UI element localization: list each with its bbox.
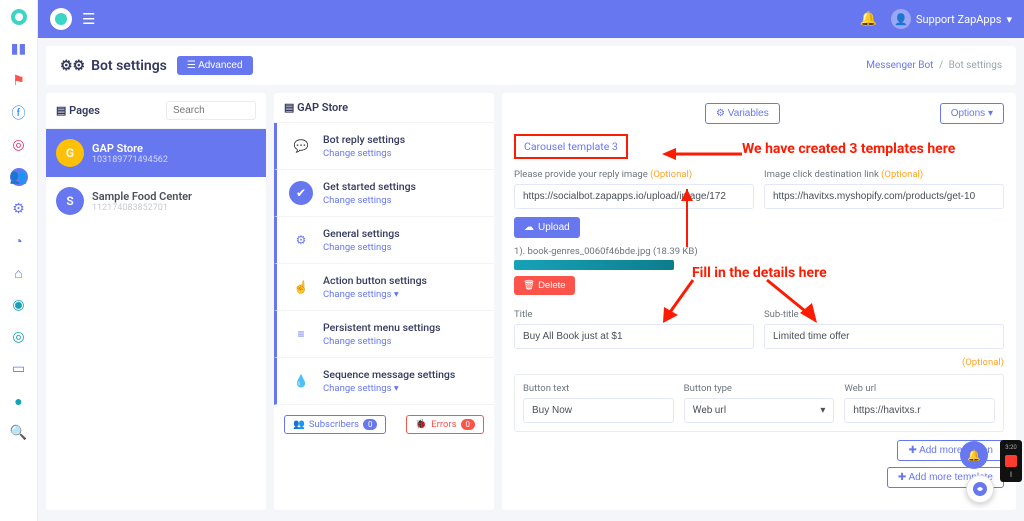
page-title: GAP Store xyxy=(92,142,168,155)
chat-bubble[interactable] xyxy=(966,475,994,503)
globe-icon[interactable]: ◉ xyxy=(10,296,28,314)
optional-label: (Optional) xyxy=(514,357,1004,368)
label-reply-image: Please provide your reply image (Optiona… xyxy=(514,169,754,180)
page-id: 112174083852701 xyxy=(92,203,192,213)
progress-bar xyxy=(514,260,674,270)
chat-icon: 💬 xyxy=(289,134,313,158)
label-subtitle: Sub-title xyxy=(764,309,1004,320)
bars-icon[interactable]: ▮▮ xyxy=(10,40,28,58)
gears-icon: ⚙⚙ xyxy=(60,58,85,74)
breadcrumb: Messenger Bot / Bot settings xyxy=(866,60,1002,71)
chat-bubble-bell[interactable]: 🔔 xyxy=(960,441,988,469)
user-menu[interactable]: 👤 Support ZapApps ▾ xyxy=(891,9,1012,29)
logo-icon[interactable] xyxy=(10,8,28,26)
button-text-input[interactable] xyxy=(523,398,674,423)
recorder-widget[interactable]: 3:20 || xyxy=(1000,440,1022,482)
gear-icon[interactable]: ⚙ xyxy=(10,200,28,218)
pointer-icon: ☝ xyxy=(289,275,313,299)
label-button-type: Button type xyxy=(684,383,835,394)
page-title: Sample Food Center xyxy=(92,190,192,203)
setting-sequence[interactable]: 💧Sequence message settingsChange setting… xyxy=(274,358,494,405)
upload-button[interactable]: ☁ Upload xyxy=(514,217,580,238)
flag-icon[interactable]: ⚑ xyxy=(10,72,28,90)
check-icon: ✔ xyxy=(289,181,313,205)
hamburger-icon[interactable]: ☰ xyxy=(82,10,95,28)
group-icon[interactable]: 👥 xyxy=(10,168,28,186)
options-button[interactable]: Options ▾ xyxy=(940,103,1004,124)
add-more-button[interactable]: ✚ Add more button xyxy=(897,440,1004,461)
delete-button[interactable]: 🗑 Delete xyxy=(514,276,575,295)
user-name: Support ZapApps xyxy=(916,13,1002,26)
bell-icon[interactable]: 🔔 xyxy=(860,11,877,27)
page-title: ⚙⚙ Bot settings xyxy=(60,58,167,74)
facebook-icon[interactable]: ⓕ xyxy=(10,104,28,122)
subtitle-input[interactable] xyxy=(764,324,1004,349)
chevron-down-icon: ▾ xyxy=(820,405,825,416)
label-title: Title xyxy=(514,309,754,320)
card-icon[interactable]: ▭ xyxy=(10,360,28,378)
settings-heading: ▤ GAP Store xyxy=(284,101,348,114)
button-type-select[interactable]: Web url▾ xyxy=(684,398,835,423)
page-item-gap[interactable]: G GAP Store 103189771494562 xyxy=(46,129,266,177)
title-input[interactable] xyxy=(514,324,754,349)
pages-heading: ▤ Pages xyxy=(56,104,100,117)
breadcrumb-link[interactable]: Messenger Bot xyxy=(866,60,933,71)
setting-action-button[interactable]: ☝Action button settingsChange settings ▾ xyxy=(274,264,494,311)
clock-icon[interactable]: ◔ xyxy=(10,232,28,250)
arrow-icon xyxy=(662,145,742,163)
variables-button[interactable]: ⚙ Variables xyxy=(705,103,780,124)
reply-image-input[interactable] xyxy=(514,184,754,209)
page-item-sample[interactable]: S Sample Food Center 112174083852701 xyxy=(46,177,266,225)
breadcrumb-current: Bot settings xyxy=(949,60,1002,71)
dest-link-input[interactable] xyxy=(764,184,1004,209)
chevron-down-icon: ▾ xyxy=(1006,13,1012,26)
setting-persistent-menu[interactable]: ≡Persistent menu settingsChange settings xyxy=(274,311,494,358)
page-badge: S xyxy=(56,187,84,215)
menu-icon: ≡ xyxy=(289,322,313,346)
subscribers-chip[interactable]: 👥 Subscribers 0 xyxy=(284,415,386,434)
dot-icon[interactable]: ● xyxy=(10,392,28,410)
page-badge: G xyxy=(56,139,84,167)
gear-icon: ⚙ xyxy=(289,228,313,252)
search-icon[interactable]: 🔍 xyxy=(10,424,28,442)
home-icon[interactable]: ⌂ xyxy=(10,264,28,282)
sidebar: ▮▮ ⚑ ⓕ ◎ 👥 ⚙ ◔ ⌂ ◉ ◎ ▭ ● 🔍 xyxy=(0,0,38,521)
errors-chip[interactable]: 🐞 Errors 0 xyxy=(406,415,484,434)
search-input[interactable] xyxy=(166,101,256,120)
settings-panel: ▤ GAP Store 💬Bot reply settingsChange se… xyxy=(274,93,494,510)
drop-icon: 💧 xyxy=(289,369,313,393)
setting-bot-reply[interactable]: 💬Bot reply settingsChange settings xyxy=(274,123,494,170)
pages-panel: ▤ Pages G GAP Store 103189771494562 S Sa… xyxy=(46,93,266,510)
instagram-icon[interactable]: ◎ xyxy=(10,136,28,154)
button-config-row: Button text Button type Web url▾ Web url xyxy=(514,374,1004,432)
web-url-input[interactable] xyxy=(844,398,995,423)
file-meta: 1). book-genres_0060f46bde.jpg (18.39 KB… xyxy=(514,246,1004,257)
annotation-templates: We have created 3 templates here xyxy=(742,141,955,157)
page-title-text: Bot settings xyxy=(91,58,167,74)
page-id: 103189771494562 xyxy=(92,155,168,165)
carousel-tab[interactable]: Carousel template 3 xyxy=(514,134,628,159)
app-logo[interactable] xyxy=(50,8,72,30)
setting-get-started[interactable]: ✔Get started settingsChange settings xyxy=(274,170,494,217)
rec-time: 3:20 xyxy=(1005,444,1017,451)
avatar-icon: 👤 xyxy=(891,9,911,29)
topbar: ☰ 🔔 👤 Support ZapApps ▾ xyxy=(38,0,1024,38)
target-icon[interactable]: ◎ xyxy=(10,328,28,346)
label-dest-link: Image click destination link (Optional) xyxy=(764,169,1004,180)
annotation-details: Fill in the details here xyxy=(692,265,827,281)
advanced-button[interactable]: ☰ Advanced xyxy=(177,56,253,75)
record-icon[interactable] xyxy=(1005,455,1017,467)
rec-pause: || xyxy=(1010,471,1013,478)
main-panel: ⚙ Variables Options ▾ Carousel template … xyxy=(502,93,1016,510)
label-web-url: Web url xyxy=(844,383,995,394)
page-header: ⚙⚙ Bot settings ☰ Advanced Messenger Bot… xyxy=(46,46,1016,85)
setting-general[interactable]: ⚙General settingsChange settings xyxy=(274,217,494,264)
label-button-text: Button text xyxy=(523,383,674,394)
